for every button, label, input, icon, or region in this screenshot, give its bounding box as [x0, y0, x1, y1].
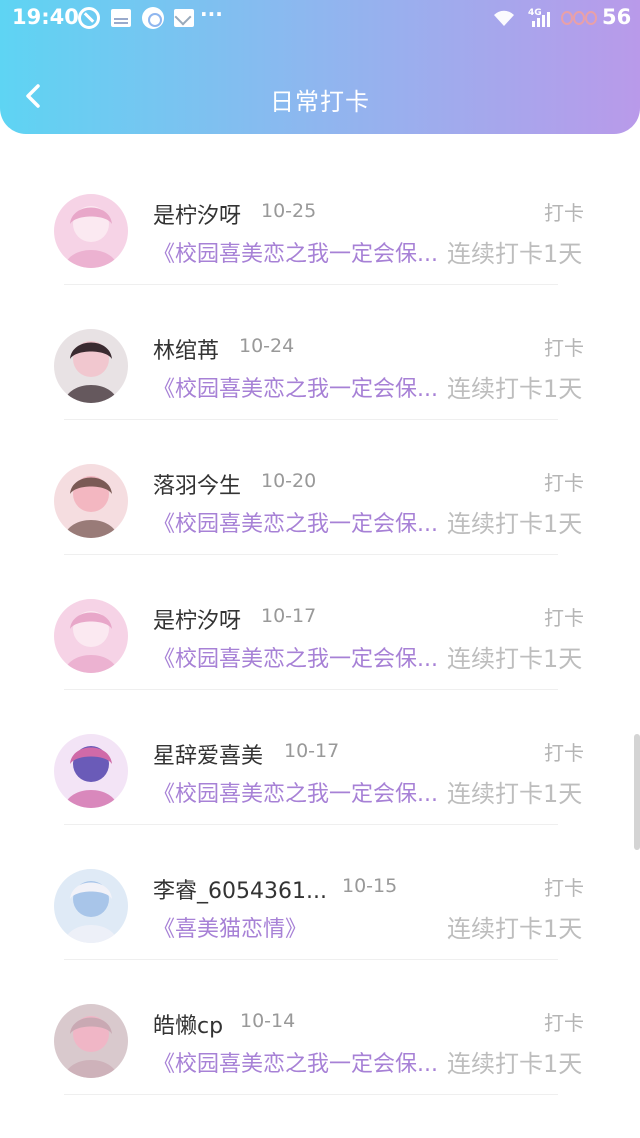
checkin-action-label: 打卡	[544, 741, 584, 765]
page-title: 日常打卡	[270, 88, 370, 116]
battery-icon	[561, 10, 599, 26]
streak-text: 连续打卡1天	[447, 915, 583, 943]
app-notification-icon	[142, 7, 164, 29]
list-item[interactable]: 皓懒cp 10-14 打卡《校园喜美恋之我一定会保... 连续打卡1天	[0, 960, 640, 1095]
streak-text: 连续打卡1天	[447, 375, 583, 403]
checkin-action-label: 打卡	[544, 606, 584, 630]
work-title-link[interactable]: 《校园喜美恋之我一定会保...	[153, 506, 443, 538]
battery-level: 56	[602, 5, 632, 29]
checkin-date: 10-15	[342, 875, 398, 897]
checkin-date: 10-17	[284, 740, 340, 762]
work-title-link[interactable]: 《校园喜美恋之我一定会保...	[153, 371, 443, 403]
checkin-date: 10-25	[261, 200, 317, 222]
do-not-disturb-icon	[78, 7, 100, 29]
avatar[interactable]	[54, 734, 128, 808]
checkin-action-label: 打卡	[544, 1011, 584, 1035]
checkin-date: 10-14	[240, 1010, 296, 1032]
mail-icon	[174, 9, 194, 27]
checkin-action-label: 打卡	[544, 876, 584, 900]
cellular-signal-icon: 4G	[528, 7, 554, 29]
streak-text: 连续打卡1天	[447, 1050, 583, 1078]
work-title-link[interactable]: 《校园喜美恋之我一定会保...	[153, 641, 443, 673]
divider	[64, 1094, 558, 1095]
streak-text: 连续打卡1天	[447, 240, 583, 268]
avatar[interactable]	[54, 869, 128, 943]
checkin-action-label: 打卡	[544, 471, 584, 495]
checkin-action-label: 打卡	[544, 336, 584, 360]
user-name: 皓懒cp	[153, 1014, 224, 1039]
avatar[interactable]	[54, 599, 128, 673]
avatar[interactable]	[54, 329, 128, 403]
streak-text: 连续打卡1天	[447, 780, 583, 808]
streak-text: 连续打卡1天	[447, 510, 583, 538]
news-icon	[111, 9, 131, 27]
list-item[interactable]: 林绾苒 10-24 打卡《校园喜美恋之我一定会保... 连续打卡1天	[0, 285, 640, 420]
work-title-link[interactable]: 《校园喜美恋之我一定会保...	[153, 1046, 443, 1078]
user-name: 是柠汐呀	[153, 204, 242, 229]
user-name: 落羽今生	[153, 474, 242, 499]
checkin-action-label: 打卡	[544, 201, 584, 225]
avatar[interactable]	[54, 194, 128, 268]
scrollbar[interactable]	[634, 734, 640, 850]
list-item[interactable]: 是柠汐呀 10-17 打卡《校园喜美恋之我一定会保... 连续打卡1天	[0, 555, 640, 690]
checkin-date: 10-24	[239, 335, 295, 357]
wifi-icon	[492, 9, 516, 31]
list-item[interactable]: 李睿_6054361... 10-15 打卡《喜美猫恋情》 连续打卡1天	[0, 825, 640, 960]
app-header: 19:40 ··· 4G 56 日常打卡	[0, 0, 640, 134]
work-title-link[interactable]: 《校园喜美恋之我一定会保...	[153, 776, 443, 808]
list-item[interactable]: 落羽今生 10-20 打卡《校园喜美恋之我一定会保... 连续打卡1天	[0, 420, 640, 555]
more-notifications-icon: ···	[200, 2, 223, 26]
status-time: 19:40	[12, 5, 79, 29]
network-type-label: 4G	[528, 8, 542, 18]
user-name: 林绾苒	[153, 339, 220, 364]
user-name: 李睿_6054361...	[153, 879, 327, 904]
work-title-link[interactable]: 《校园喜美恋之我一定会保...	[153, 236, 443, 268]
checkin-date: 10-17	[261, 605, 317, 627]
list-item[interactable]: 是柠汐呀 10-25 打卡《校园喜美恋之我一定会保... 连续打卡1天	[0, 150, 640, 285]
user-name: 星辞爱喜美	[153, 744, 264, 769]
checkin-date: 10-20	[261, 470, 317, 492]
user-name: 是柠汐呀	[153, 609, 242, 634]
list-item[interactable]: 星辞爱喜美 10-17 打卡《校园喜美恋之我一定会保... 连续打卡1天	[0, 690, 640, 825]
avatar[interactable]	[54, 464, 128, 538]
avatar[interactable]	[54, 1004, 128, 1078]
work-title-link[interactable]: 《喜美猫恋情》	[153, 911, 443, 943]
streak-text: 连续打卡1天	[447, 645, 583, 673]
status-bar: 19:40 ··· 4G 56	[0, 0, 640, 36]
